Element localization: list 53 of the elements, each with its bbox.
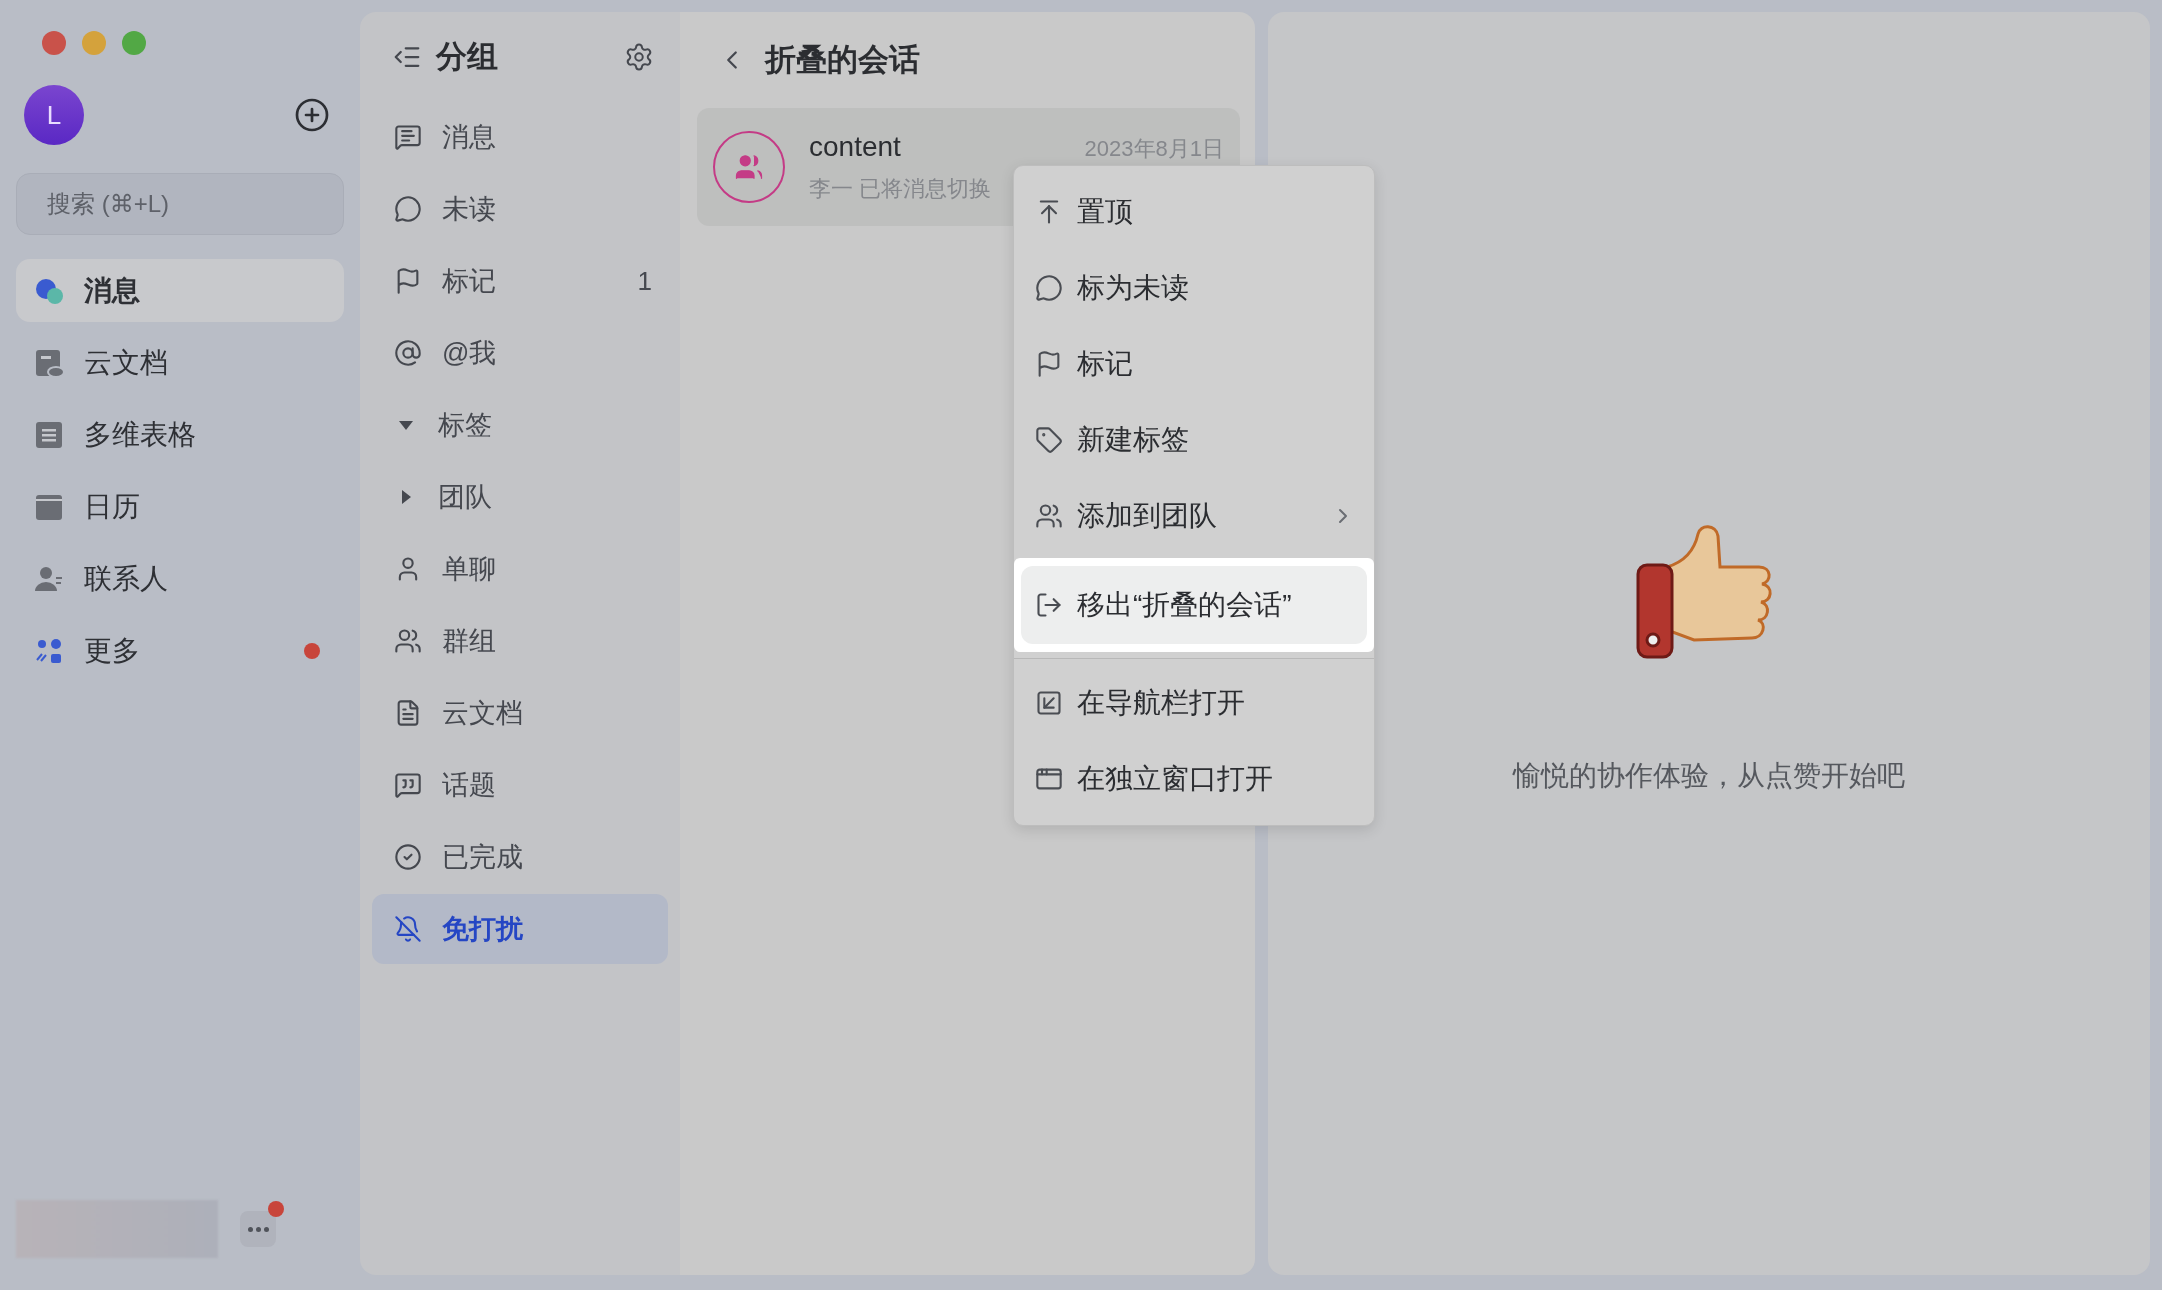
panel-title: 折叠的会话 [765,41,920,79]
group-item[interactable]: 单聊 [372,534,668,604]
group-item[interactable]: 群组 [372,606,668,676]
search-field[interactable]: 搜索 (⌘+L) [16,173,344,235]
user-avatar[interactable]: L [24,85,84,145]
settings-button[interactable] [624,42,654,72]
chat-icon [394,123,422,151]
arrow-in-square-icon [1035,689,1063,717]
plus-circle-icon [294,97,330,133]
menu-item[interactable]: 新建标签 [1021,402,1367,478]
menu-item[interactable]: 在导航栏打开 [1021,665,1367,741]
topic-icon [394,771,422,799]
count: 1 [637,265,652,297]
panel-title: 分组 [436,38,499,76]
group-item[interactable]: 免打扰 [372,894,668,964]
menu-item[interactable]: 在独立窗口打开 [1021,741,1367,817]
move-out-icon [1035,591,1063,619]
check-circle-icon [394,843,422,871]
group-item[interactable]: 话题 [372,750,668,820]
menu-item[interactable]: 标为未读 [1021,250,1367,326]
sidebar-item[interactable]: 云文档 [16,331,344,394]
group-item[interactable]: 消息 [372,102,668,172]
sidebar-item[interactable]: 多维表格 [16,403,344,466]
sidebar-item[interactable]: 日历 [16,475,344,538]
group-item[interactable]: 团队 [372,462,668,532]
document-cloud-icon [34,347,64,378]
settings-icon [624,42,654,72]
group-item[interactable]: 未读 [372,174,668,244]
list-sheet-icon [34,419,64,450]
group-item[interactable]: 标记 1 [372,246,668,316]
group-item[interactable]: 标签 [372,390,668,460]
message-preview: 李一 已将消息切换 [809,174,993,203]
sidebar-item[interactable]: 更多 [16,619,344,682]
sidebar-item[interactable]: 联系人 [16,547,344,610]
menu-item[interactable]: 移出“折叠的会话” [1021,566,1367,644]
people-icon [1035,502,1063,530]
empty-state-message: 愉悦的协作体验，从点赞开始吧 [1513,759,1905,793]
sidebar-item[interactable]: 消息 [16,259,344,322]
add-button[interactable] [294,97,330,133]
conversation-name: content [809,130,901,163]
close-window-button[interactable] [42,31,66,55]
bell-off-icon [394,915,422,943]
tag-icon [1035,426,1063,454]
more-button[interactable] [240,1211,276,1247]
at-sign-icon [394,339,422,367]
group-item[interactable]: 已完成 [372,822,668,892]
menu-item[interactable]: 添加到团队 [1021,478,1367,554]
menu-item[interactable]: 标记 [1021,326,1367,402]
people-icon [734,152,764,182]
people-icon [394,627,422,655]
conversation-time: 2023年8月1日 [1084,134,1224,163]
group-item[interactable]: @我 [372,318,668,388]
group-item[interactable]: 云文档 [372,678,668,748]
